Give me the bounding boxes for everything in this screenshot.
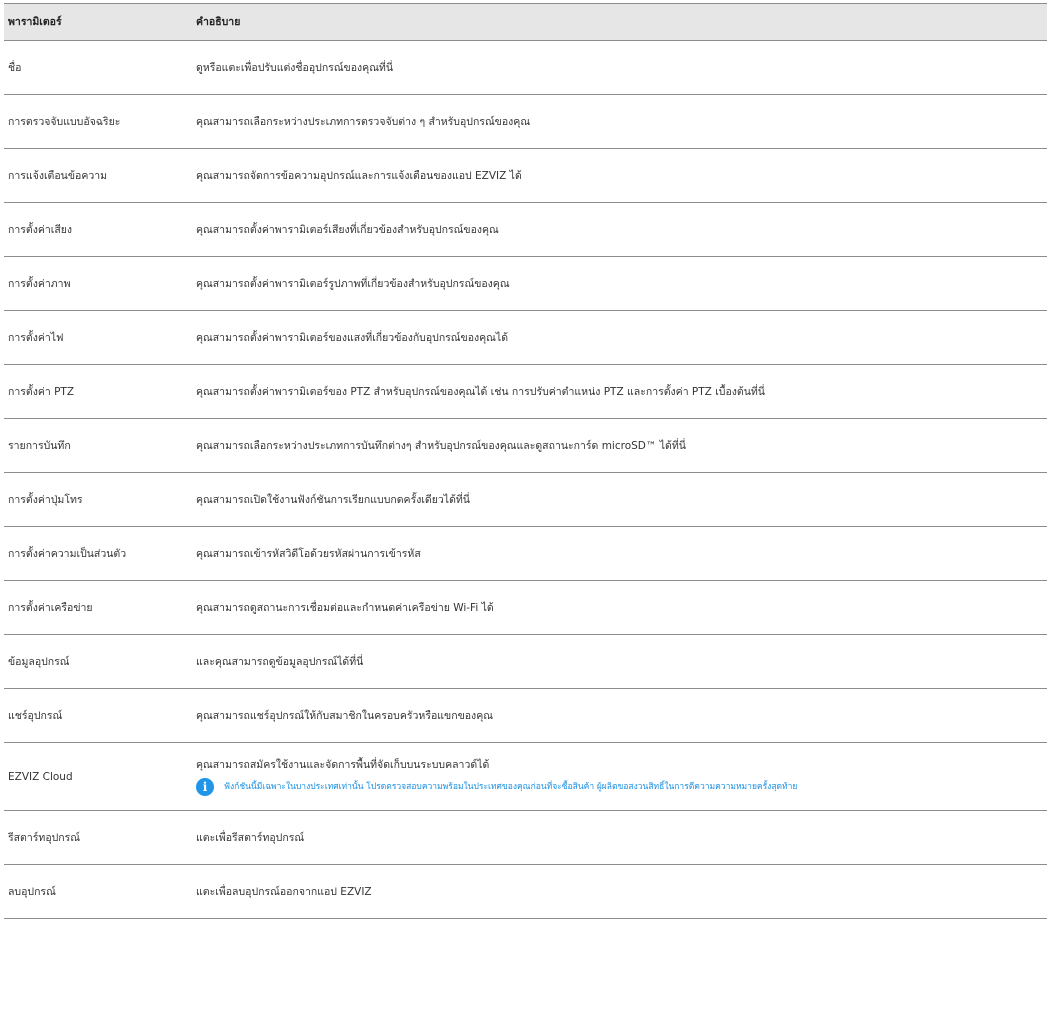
table-row: การตรวจจับแบบอัจฉริยะ คุณสามารถเลือกระหว… (4, 95, 1047, 149)
param-description: คุณสามารถดูสถานะการเชื่อมต่อและกำหนดค่าเ… (196, 601, 494, 614)
param-description: และคุณสามารถดูข้อมูลอุปกรณ์ได้ที่นี่ (196, 655, 364, 668)
param-description: คุณสามารถตั้งค่าพารามิเตอร์รูปภาพที่เกี่… (196, 277, 510, 290)
param-description: คุณสามารถจัดการข้อความอุปกรณ์และการแจ้งเ… (196, 169, 522, 182)
param-description: คุณสามารถเลือกระหว่างประเภทการบันทึกต่าง… (196, 439, 686, 452)
table-row: การแจ้งเตือนข้อความ คุณสามารถจัดการข้อคว… (4, 149, 1047, 203)
param-name: การตั้งค่าไฟ (8, 331, 64, 344)
param-name: การตั้งค่า PTZ (8, 385, 75, 398)
param-description: แตะเพื่อรีสตาร์ทอุปกรณ์ (196, 831, 305, 844)
param-description: คุณสามารถเข้ารหัสวิดีโอด้วยรหัสผ่านการเข… (196, 547, 421, 560)
param-name: การตั้งค่าเสียง (8, 223, 73, 236)
param-name: การตั้งค่าปุ่มโทร (8, 493, 83, 506)
param-description: คุณสามารถเลือกระหว่างประเภทการตรวจจับต่า… (196, 115, 531, 128)
param-name: รายการบันทึก (8, 439, 71, 452)
table-row: ชื่อ ดูหรือแตะเพื่อปรับแต่งชื่ออุปกรณ์ขอ… (4, 41, 1047, 95)
table-row: การตั้งค่าภาพ คุณสามารถตั้งค่าพารามิเตอร… (4, 257, 1047, 311)
table-row: การตั้งค่าปุ่มโทร คุณสามารถเปิดใช้งานฟัง… (4, 473, 1047, 527)
param-name: การตรวจจับแบบอัจฉริยะ (8, 115, 121, 128)
table-row: การตั้งค่าเครือข่าย คุณสามารถดูสถานะการเ… (4, 581, 1047, 635)
param-description: คุณสามารถเปิดใช้งานฟังก์ชันการเรียกแบบกด… (196, 493, 470, 506)
table-row: แชร์อุปกรณ์ คุณสามารถแชร์อุปกรณ์ให้กับสม… (4, 689, 1047, 743)
param-name: EZVIZ Cloud (8, 770, 73, 783)
table-row: การตั้งค่าเสียง คุณสามารถตั้งค่าพารามิเต… (4, 203, 1047, 257)
param-description: ดูหรือแตะเพื่อปรับแต่งชื่ออุปกรณ์ของคุณท… (196, 61, 394, 74)
param-name: ชื่อ (8, 61, 22, 74)
table-row: ข้อมูลอุปกรณ์ และคุณสามารถดูข้อมูลอุปกรณ… (4, 635, 1047, 689)
param-description: คุณสามารถแชร์อุปกรณ์ให้กับสมาชิกในครอบคร… (196, 709, 493, 722)
param-description: คุณสามารถตั้งค่าพารามิเตอร์ของ PTZ สำหรั… (196, 385, 765, 398)
param-name: การตั้งค่าเครือข่าย (8, 601, 93, 614)
table-row: การตั้งค่า PTZ คุณสามารถตั้งค่าพารามิเตอ… (4, 365, 1047, 419)
param-name: การแจ้งเตือนข้อความ (8, 169, 108, 182)
param-name: แชร์อุปกรณ์ (8, 709, 63, 722)
header-description: คำอธิบาย (196, 16, 241, 28)
table-row: รายการบันทึก คุณสามารถเลือกระหว่างประเภท… (4, 419, 1047, 473)
param-description: คุณสามารถตั้งค่าพารามิเตอร์เสียงที่เกี่ย… (196, 223, 499, 236)
availability-note-text: ฟังก์ชันนี้มีเฉพาะในบางประเทศเท่านั้น โป… (224, 781, 798, 792)
table-row: ลบอุปกรณ์ แตะเพื่อลบอุปกรณ์ออกจากแอป EZV… (4, 865, 1047, 919)
table-header-row: พารามิเตอร์ คำอธิบาย (4, 3, 1047, 41)
info-icon: i (196, 777, 214, 796)
param-name: ข้อมูลอุปกรณ์ (8, 655, 70, 668)
param-name: รีสตาร์ทอุปกรณ์ (8, 831, 81, 844)
table-row: การตั้งค่าไฟ คุณสามารถตั้งค่าพารามิเตอร์… (4, 311, 1047, 365)
availability-note: i ฟังก์ชันนี้มีเฉพาะในบางประเทศเท่านั้น … (196, 777, 1047, 796)
header-parameter: พารามิเตอร์ (8, 16, 62, 28)
table-row: รีสตาร์ทอุปกรณ์ แตะเพื่อรีสตาร์ทอุปกรณ์ (4, 811, 1047, 865)
param-description: คุณสามารถสมัครใช้งานและจัดการพื้นที่จัดเ… (196, 758, 490, 771)
parameter-table: พารามิเตอร์ คำอธิบาย ชื่อ ดูหรือแตะเพื่อ… (4, 3, 1047, 919)
param-description-with-note: คุณสามารถสมัครใช้งานและจัดการพื้นที่จัดเ… (196, 758, 1047, 796)
param-description: คุณสามารถตั้งค่าพารามิเตอร์ของแสงที่เกี่… (196, 331, 509, 344)
param-name: การตั้งค่าภาพ (8, 277, 71, 290)
param-description: แตะเพื่อลบอุปกรณ์ออกจากแอป EZVIZ (196, 885, 372, 898)
table-row-ezviz-cloud: EZVIZ Cloud คุณสามารถสมัครใช้งานและจัดกา… (4, 743, 1047, 811)
param-name: การตั้งค่าความเป็นส่วนตัว (8, 547, 127, 560)
param-name: ลบอุปกรณ์ (8, 885, 56, 898)
table-row: การตั้งค่าความเป็นส่วนตัว คุณสามารถเข้าร… (4, 527, 1047, 581)
